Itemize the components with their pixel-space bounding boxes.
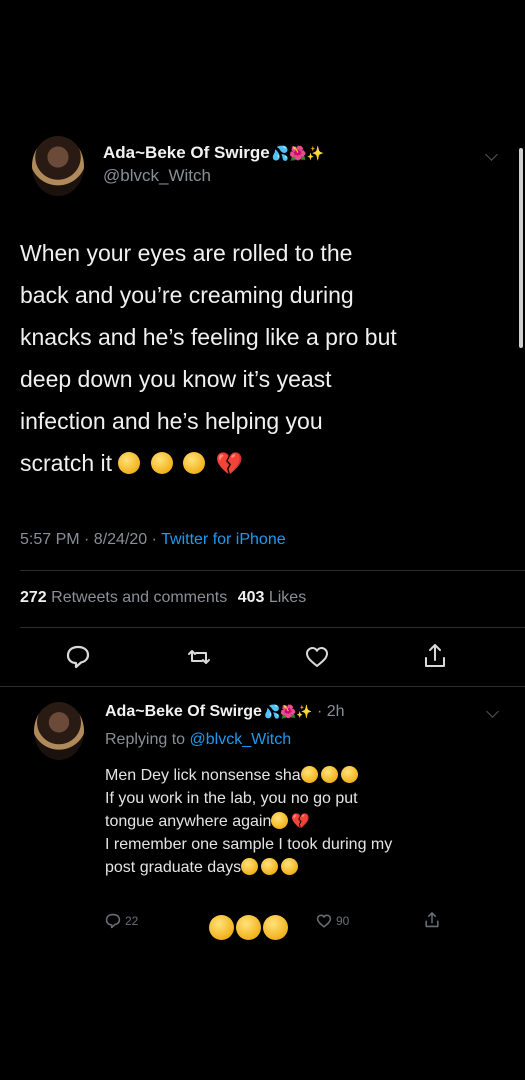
share-button[interactable] — [421, 641, 449, 676]
divider — [20, 627, 525, 628]
name-emojis: 💦🌺✨ — [271, 145, 325, 161]
display-name[interactable]: Ada~Beke Of Swirge — [105, 703, 262, 720]
retweets-label[interactable]: Retweets and comments — [51, 589, 227, 606]
weary-face-icon — [236, 915, 261, 940]
likes-label[interactable]: Likes — [269, 589, 306, 606]
divider — [0, 686, 525, 687]
heart-icon — [316, 914, 332, 928]
weary-face-icon — [209, 915, 234, 940]
tweet-text: When your eyes are rolled to the back an… — [20, 232, 510, 485]
display-name: Ada~Beke Of Swirge — [103, 143, 270, 162]
reply-count: 22 — [125, 914, 139, 928]
chevron-down-icon[interactable] — [486, 705, 499, 718]
broken-heart-icon: 💔 — [215, 451, 243, 476]
crying-face-icon — [183, 452, 206, 474]
reply-line: I remember one sample I took during my — [105, 836, 393, 853]
retweet-icon — [188, 650, 210, 664]
timestamp-row: 5:57 PM · 8/24/20 · Twitter for iPhone — [20, 531, 286, 549]
avatar[interactable] — [34, 702, 84, 760]
author-info[interactable]: Ada~Beke Of Swirge 💦🌺✨ @blvck_Witch — [103, 143, 324, 186]
tweet-line: knacks and he’s feeling like a pro but — [20, 324, 397, 350]
share-icon — [425, 644, 445, 667]
scrollbar[interactable] — [519, 148, 523, 348]
reply-line: tongue anywhere again — [105, 813, 272, 830]
tweet-line: When your eyes are rolled to the — [20, 240, 353, 266]
like-button[interactable] — [303, 643, 331, 676]
tweet-line: back and you’re creaming during — [20, 282, 354, 308]
reply-age: · 2h — [316, 703, 345, 720]
divider — [20, 570, 525, 571]
laughing-face-icon — [300, 766, 318, 783]
reply-line: post graduate days — [105, 859, 242, 876]
crying-face-icon — [118, 452, 141, 474]
retweets-count[interactable]: 272 — [20, 589, 47, 606]
crying-face-icon — [261, 858, 279, 875]
laughing-face-icon — [320, 766, 338, 783]
chevron-down-icon[interactable] — [485, 148, 498, 161]
crying-face-icon — [340, 766, 358, 783]
heart-icon — [306, 647, 328, 667]
weary-face-icon — [263, 915, 288, 940]
crying-face-icon — [150, 452, 173, 474]
reply-reply-button[interactable]: 22 — [104, 912, 138, 930]
replying-to: Replying to @blvck_Witch — [105, 731, 291, 749]
avatar[interactable] — [32, 136, 84, 196]
name-emojis: 💦🌺✨ — [263, 704, 313, 719]
likes-count[interactable]: 403 — [238, 589, 265, 606]
tweet-line: scratch it — [20, 450, 113, 476]
share-icon — [425, 912, 439, 928]
handle: @blvck_Witch — [103, 166, 211, 185]
replying-handle-link[interactable]: @blvck_Witch — [190, 731, 292, 748]
reply-share-button[interactable] — [423, 910, 441, 935]
crying-face-icon — [241, 858, 259, 875]
broken-heart-icon: 💔 — [291, 813, 311, 830]
reply-header: Ada~Beke Of Swirge 💦🌺✨ · 2h — [105, 703, 345, 721]
reply-text: Men Dey lick nonsense sha If you work in… — [105, 764, 515, 879]
like-count: 90 — [336, 914, 350, 928]
reply-bubble-icon — [105, 913, 121, 929]
retweet-button[interactable] — [185, 643, 213, 676]
reply-line: Men Dey lick nonsense sha — [105, 767, 301, 784]
reply-bubble-icon — [66, 645, 90, 669]
reply-line: If you work in the lab, you no go put — [105, 790, 358, 807]
tweet-line: deep down you know it’s yeast — [20, 366, 332, 392]
engagement-row: 272 Retweets and comments 403 Likes — [20, 589, 306, 607]
timestamp: 5:57 PM · 8/24/20 · — [20, 531, 162, 548]
tweet-line: infection and he’s helping you — [20, 408, 323, 434]
replying-prefix: Replying to — [105, 731, 190, 748]
reply-button[interactable] — [64, 643, 92, 676]
weary-emoji-row — [209, 915, 288, 940]
reply-like-button[interactable]: 90 — [315, 912, 349, 930]
source-link[interactable]: Twitter for iPhone — [161, 531, 286, 548]
crying-face-icon — [281, 858, 299, 875]
crying-face-icon — [271, 812, 289, 829]
